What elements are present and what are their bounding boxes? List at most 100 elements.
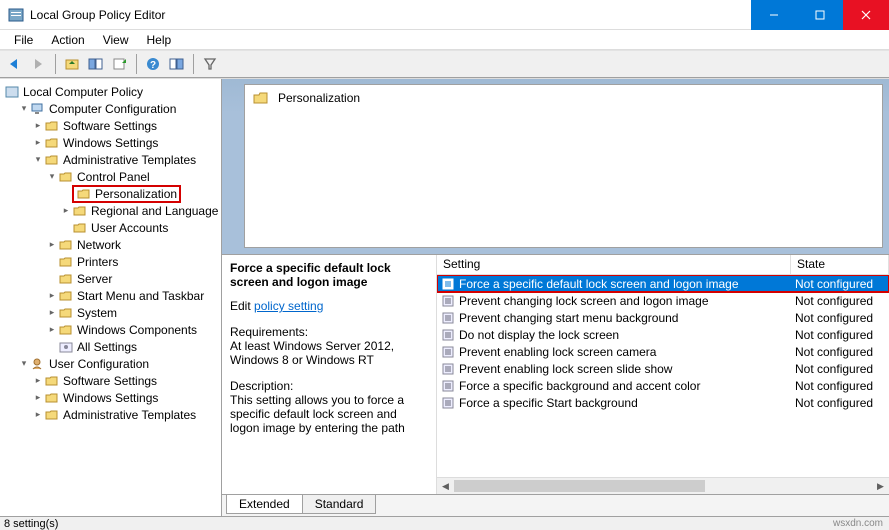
expand-icon[interactable]: ▸ — [46, 290, 58, 301]
tree-windows-components[interactable]: ▸ Windows Components — [4, 321, 221, 338]
scroll-thumb[interactable] — [454, 480, 705, 492]
computer-icon — [30, 102, 46, 116]
tree-label: Network — [77, 238, 121, 252]
toolbar-separator — [55, 54, 56, 74]
tree-computer-config[interactable]: ▾ Computer Configuration — [4, 100, 221, 117]
table-row[interactable]: Force a specific Start backgroundNot con… — [437, 394, 889, 411]
tree-system[interactable]: ▸ System — [4, 304, 221, 321]
table-row[interactable]: Do not display the lock screenNot config… — [437, 326, 889, 343]
setting-label: Force a specific background and accent c… — [459, 379, 700, 393]
folder-icon — [76, 187, 92, 201]
table-row[interactable]: Prevent enabling lock screen cameraNot c… — [437, 343, 889, 360]
console-tree[interactable]: Local Computer Policy ▾ Computer Configu… — [0, 79, 222, 516]
collapse-icon[interactable]: ▾ — [46, 171, 58, 182]
menu-file[interactable]: File — [6, 31, 41, 49]
setting-state: Not configured — [791, 379, 889, 393]
menu-view[interactable]: View — [95, 31, 137, 49]
tree-server[interactable]: Server — [4, 270, 221, 287]
expand-icon[interactable]: ▸ — [32, 120, 44, 131]
setting-label: Do not display the lock screen — [459, 328, 619, 342]
forward-button[interactable] — [28, 53, 50, 75]
column-header-setting[interactable]: Setting — [437, 255, 791, 274]
table-row[interactable]: Prevent changing lock screen and logon i… — [437, 292, 889, 309]
expand-icon[interactable]: ▸ — [32, 375, 44, 386]
tab-standard[interactable]: Standard — [302, 495, 377, 514]
show-hide-console-tree-button[interactable] — [85, 53, 107, 75]
collapse-icon[interactable]: ▾ — [18, 103, 30, 114]
properties-button[interactable] — [166, 53, 188, 75]
edit-prefix: Edit — [230, 299, 254, 313]
table-row[interactable]: Prevent changing start menu backgroundNo… — [437, 309, 889, 326]
tree-label: Software Settings — [63, 374, 157, 388]
folder-icon — [72, 204, 88, 218]
tree-windows-settings2[interactable]: ▸ Windows Settings — [4, 389, 221, 406]
tree-control-panel[interactable]: ▾ Control Panel — [4, 168, 221, 185]
folder-icon — [44, 374, 60, 388]
tree-regional-language[interactable]: ▸ Regional and Language — [4, 202, 221, 219]
back-button[interactable] — [4, 53, 26, 75]
expand-icon[interactable]: ▸ — [60, 205, 72, 216]
user-icon — [30, 357, 46, 371]
table-row[interactable]: Force a specific default lock screen and… — [437, 275, 889, 292]
collapse-icon[interactable]: ▾ — [18, 358, 30, 369]
policy-setting-icon — [441, 311, 455, 325]
minimize-button[interactable] — [751, 0, 797, 30]
expand-icon[interactable]: ▸ — [46, 307, 58, 318]
tree-network[interactable]: ▸ Network — [4, 236, 221, 253]
folder-icon — [44, 391, 60, 405]
settings-list: Setting State Force a specific default l… — [436, 255, 889, 494]
setting-title: Force a specific default lock screen and… — [230, 261, 428, 289]
tree-label: Control Panel — [77, 170, 150, 184]
tree-root[interactable]: Local Computer Policy — [4, 83, 221, 100]
status-text: 8 setting(s) — [4, 518, 58, 530]
tree-start-taskbar[interactable]: ▸ Start Menu and Taskbar — [4, 287, 221, 304]
svg-text:?: ? — [150, 60, 156, 71]
tree-label: Start Menu and Taskbar — [77, 289, 204, 303]
tree-software-settings[interactable]: ▸ Software Settings — [4, 117, 221, 134]
tree-personalization[interactable]: Personalization — [4, 185, 221, 202]
expand-icon[interactable]: ▸ — [46, 324, 58, 335]
scroll-track[interactable] — [454, 478, 872, 494]
maximize-button[interactable] — [797, 0, 843, 30]
expand-icon[interactable]: ▸ — [32, 409, 44, 420]
scroll-right-arrow[interactable]: ▶ — [872, 478, 889, 494]
table-row[interactable]: Prevent enabling lock screen slide showN… — [437, 360, 889, 377]
table-row[interactable]: Force a specific background and accent c… — [437, 377, 889, 394]
export-list-button[interactable] — [109, 53, 131, 75]
close-button[interactable] — [843, 0, 889, 30]
tree-admin-templates[interactable]: ▾ Administrative Templates — [4, 151, 221, 168]
tree-label: Administrative Templates — [63, 408, 196, 422]
help-button[interactable]: ? — [142, 53, 164, 75]
tree-label: System — [77, 306, 117, 320]
description-text: This setting allows you to force a speci… — [230, 393, 428, 435]
category-title: Personalization — [278, 91, 360, 105]
filter-button[interactable] — [199, 53, 221, 75]
expand-icon[interactable]: ▸ — [46, 239, 58, 250]
column-header-state[interactable]: State — [791, 255, 889, 274]
up-button[interactable] — [61, 53, 83, 75]
horizontal-scrollbar[interactable]: ◀ ▶ — [437, 477, 889, 494]
title-bar: Local Group Policy Editor — [0, 0, 889, 30]
tree-user-config[interactable]: ▾ User Configuration — [4, 355, 221, 372]
tree-label: User Configuration — [49, 357, 149, 371]
tree-windows-settings[interactable]: ▸ Windows Settings — [4, 134, 221, 151]
app-icon — [8, 7, 24, 23]
tree-admin-templates2[interactable]: ▸ Administrative Templates — [4, 406, 221, 423]
table-body[interactable]: Force a specific default lock screen and… — [437, 275, 889, 477]
menu-help[interactable]: Help — [139, 31, 180, 49]
tree-user-accounts[interactable]: User Accounts — [4, 219, 221, 236]
tree-printers[interactable]: Printers — [4, 253, 221, 270]
tree-all-settings[interactable]: All Settings — [4, 338, 221, 355]
menu-action[interactable]: Action — [43, 31, 92, 49]
edit-policy-link[interactable]: policy setting — [254, 299, 323, 313]
expand-icon[interactable]: ▸ — [32, 392, 44, 403]
folder-icon — [58, 289, 74, 303]
tree-label: All Settings — [77, 340, 137, 354]
tab-extended[interactable]: Extended — [226, 495, 303, 514]
tree-software-settings2[interactable]: ▸ Software Settings — [4, 372, 221, 389]
edit-link-row: Edit policy setting — [230, 299, 428, 313]
expand-icon[interactable]: ▸ — [32, 137, 44, 148]
collapse-icon[interactable]: ▾ — [32, 154, 44, 165]
scroll-left-arrow[interactable]: ◀ — [437, 478, 454, 494]
policy-setting-icon — [441, 362, 455, 376]
